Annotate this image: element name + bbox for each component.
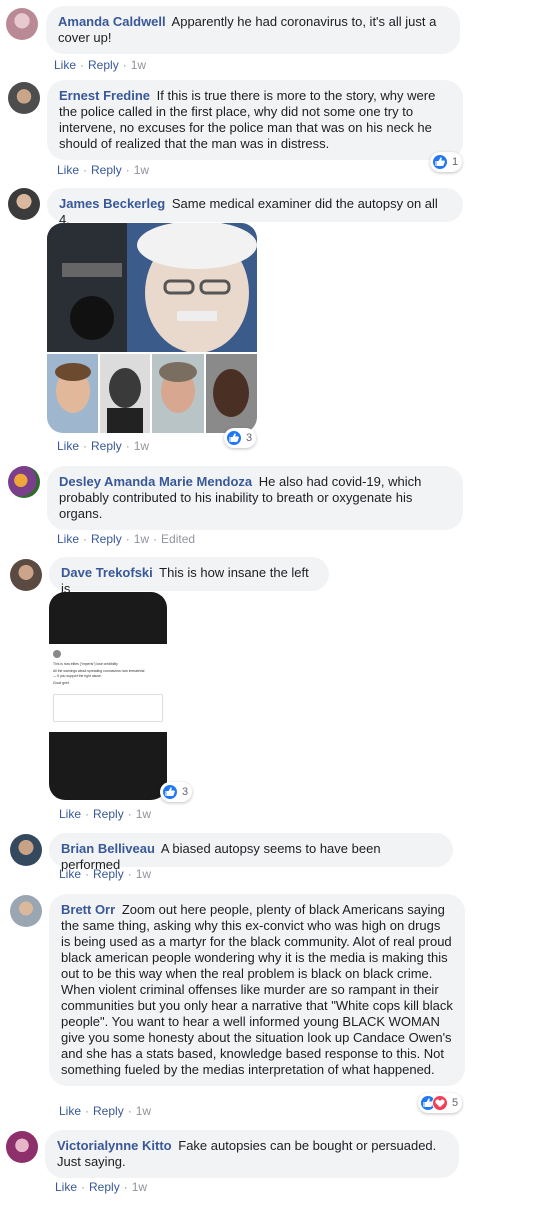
like-reaction-icon bbox=[432, 154, 448, 170]
comment-bubble: James Beckerleg Same medical examiner di… bbox=[47, 188, 463, 227]
comment-actions: Like · Reply · 1w bbox=[54, 58, 147, 72]
reaction-count: 5 bbox=[452, 1097, 459, 1109]
comment-actions: Like · Reply · 1w · Edited bbox=[57, 532, 196, 546]
timestamp[interactable]: 1w bbox=[134, 439, 149, 453]
comment-actions: Like · Reply · 1w bbox=[59, 807, 152, 821]
comment-bubble: Amanda Caldwell Apparently he had corona… bbox=[46, 6, 460, 54]
reaction-count: 1 bbox=[452, 156, 459, 168]
comment-actions: Like · Reply · 1w bbox=[57, 439, 150, 453]
reaction-summary[interactable]: 3 bbox=[224, 428, 257, 448]
attached-screenshot[interactable]: This is how elites ("experts") lose cred… bbox=[49, 592, 167, 800]
timestamp[interactable]: 1w bbox=[136, 867, 151, 881]
avatar[interactable] bbox=[6, 8, 38, 40]
avatar[interactable] bbox=[10, 559, 42, 591]
comment-bubble: Brett Orr Zoom out here people, plenty o… bbox=[49, 894, 465, 1086]
attached-photo[interactable] bbox=[47, 223, 257, 433]
timestamp[interactable]: 1w bbox=[132, 1180, 147, 1194]
like-link[interactable]: Like bbox=[59, 867, 81, 881]
author-name[interactable]: Amanda Caldwell bbox=[58, 14, 166, 29]
avatar[interactable] bbox=[8, 466, 40, 498]
tweet-line: This is how elites ("experts") lose cred… bbox=[53, 662, 118, 666]
author-name[interactable]: Dave Trekofski bbox=[61, 565, 153, 580]
reply-link[interactable]: Reply bbox=[91, 163, 122, 177]
reaction-count: 3 bbox=[182, 786, 189, 798]
avatar[interactable] bbox=[8, 188, 40, 220]
timestamp[interactable]: 1w bbox=[136, 807, 151, 821]
author-name[interactable]: James Beckerleg bbox=[59, 196, 165, 211]
avatar[interactable] bbox=[8, 82, 40, 114]
like-link[interactable]: Like bbox=[57, 439, 79, 453]
comment-text: Zoom out here people, plenty of black Am… bbox=[61, 902, 453, 1077]
like-link[interactable]: Like bbox=[57, 532, 79, 546]
timestamp[interactable]: 1w bbox=[134, 163, 149, 177]
reply-link[interactable]: Reply bbox=[93, 807, 124, 821]
author-name[interactable]: Brett Orr bbox=[61, 902, 115, 917]
like-reaction-icon bbox=[162, 784, 178, 800]
reply-link[interactable]: Reply bbox=[91, 439, 122, 453]
autopsy-collage-image bbox=[47, 223, 257, 433]
timestamp[interactable]: 1w bbox=[131, 58, 146, 72]
comment-bubble: Dave Trekofski This is how insane the le… bbox=[49, 557, 329, 596]
timestamp[interactable]: 1w bbox=[134, 532, 149, 546]
author-name[interactable]: Desley Amanda Marie Mendoza bbox=[59, 474, 252, 489]
like-link[interactable]: Like bbox=[54, 58, 76, 72]
author-name[interactable]: Ernest Fredine bbox=[59, 88, 150, 103]
reaction-summary[interactable]: 5 bbox=[418, 1093, 463, 1113]
timestamp[interactable]: 1w bbox=[136, 1104, 151, 1118]
like-link[interactable]: Like bbox=[57, 163, 79, 177]
like-link[interactable]: Like bbox=[59, 807, 81, 821]
comment-actions: Like · Reply · 1w bbox=[55, 1180, 148, 1194]
avatar[interactable] bbox=[6, 1131, 38, 1163]
comment-bubble: Desley Amanda Marie Mendoza He also had … bbox=[47, 466, 463, 530]
avatar[interactable] bbox=[10, 834, 42, 866]
author-name[interactable]: Brian Belliveau bbox=[61, 841, 155, 856]
reaction-count: 3 bbox=[246, 432, 253, 444]
avatar[interactable] bbox=[10, 895, 42, 927]
tweet-line: Good grief. bbox=[53, 681, 70, 685]
reaction-summary[interactable]: 1 bbox=[430, 152, 463, 172]
comment-bubble: Victorialynne Kitto Fake autopsies can b… bbox=[45, 1130, 459, 1178]
reply-link[interactable]: Reply bbox=[91, 532, 122, 546]
edited-label[interactable]: Edited bbox=[161, 532, 195, 546]
tweet-card: This is how elites ("experts") lose cred… bbox=[49, 644, 167, 732]
comment-bubble: Brian Belliveau A biased autopsy seems t… bbox=[49, 833, 453, 872]
reply-link[interactable]: Reply bbox=[88, 58, 119, 72]
comment-bubble: Ernest Fredine If this is true there is … bbox=[47, 80, 463, 160]
like-link[interactable]: Like bbox=[55, 1180, 77, 1194]
reply-link[interactable]: Reply bbox=[89, 1180, 120, 1194]
like-reaction-icon bbox=[226, 430, 242, 446]
author-name[interactable]: Victorialynne Kitto bbox=[57, 1138, 172, 1153]
reply-link[interactable]: Reply bbox=[93, 1104, 124, 1118]
reaction-summary[interactable]: 3 bbox=[160, 782, 193, 802]
tweet-line: — if you support the right cause. bbox=[53, 674, 102, 678]
reply-link[interactable]: Reply bbox=[93, 867, 124, 881]
love-reaction-icon bbox=[432, 1095, 448, 1111]
comment-actions: Like · Reply · 1w bbox=[57, 163, 150, 177]
comment-actions: Like · Reply · 1w bbox=[59, 867, 152, 881]
comment-actions: Like · Reply · 1w bbox=[59, 1104, 152, 1118]
like-link[interactable]: Like bbox=[59, 1104, 81, 1118]
